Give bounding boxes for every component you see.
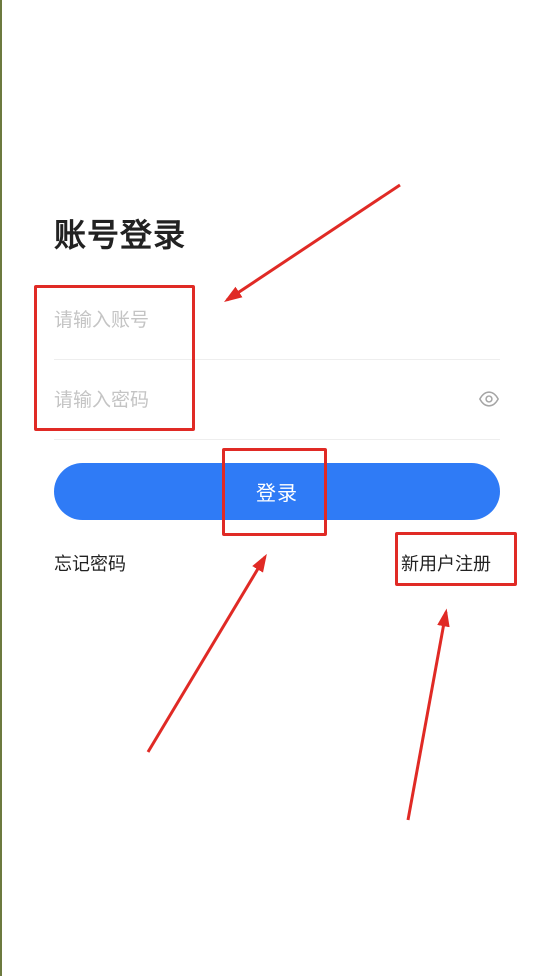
left-edge-line	[0, 0, 2, 976]
annotation-box-login-button	[222, 448, 327, 536]
forgot-password-link[interactable]: 忘记密码	[54, 550, 126, 576]
annotation-arrow-login	[146, 553, 267, 753]
page-title: 账号登录	[54, 216, 187, 254]
eye-icon[interactable]	[478, 388, 500, 410]
annotation-arrow-register	[406, 608, 450, 821]
annotation-box-input-fields	[34, 285, 195, 431]
login-screen: 账号登录 登录 忘记密码 新用户注册	[0, 0, 551, 976]
annotation-box-register-link	[395, 532, 517, 586]
